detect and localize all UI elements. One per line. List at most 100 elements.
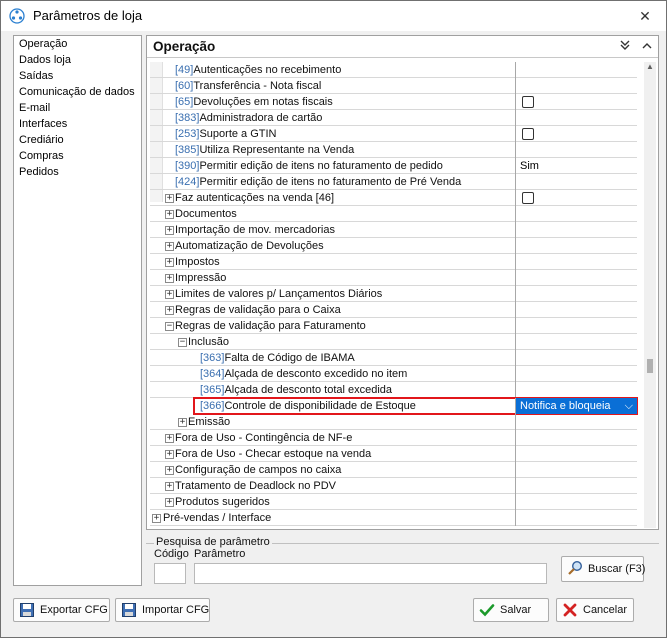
expand-icon[interactable]: + [165,434,174,443]
param-code: [49] [175,64,194,76]
param-value[interactable] [515,110,637,126]
floppy-icon [122,603,136,617]
table-row[interactable]: + Pré-vendas / Interface [150,510,637,526]
expand-icon[interactable]: + [165,274,174,283]
table-row[interactable]: + Fora de Uso - Contingência de NF-e [150,430,637,446]
table-row[interactable]: + Regras de validação para o Caixa [150,302,637,318]
expand-icon[interactable]: + [165,258,174,267]
expand-icon[interactable]: + [165,450,174,459]
table-row[interactable]: [49]Autenticações no recebimento [150,62,637,78]
table-row[interactable]: [60]Transferência - Nota fiscal [150,78,637,94]
table-row[interactable]: + Configuração de campos no caixa [150,462,637,478]
save-button[interactable]: Salvar [473,598,549,622]
scroll-thumb[interactable] [647,359,653,373]
expand-icon[interactable]: + [152,514,161,523]
table-row[interactable]: + Documentos [150,206,637,222]
expand-icon[interactable]: + [165,226,174,235]
table-row[interactable]: [363]Falta de Código de IBAMA [150,350,637,366]
param-checkbox[interactable] [522,128,534,140]
collapse-icon[interactable]: − [178,338,187,347]
table-row[interactable]: + Impostos [150,254,637,270]
param-name: Utiliza Representante na Venda [199,144,355,156]
expand-icon[interactable]: + [165,466,174,475]
param-value[interactable] [515,174,637,190]
sidebar-item-saidas[interactable]: Saídas [14,68,141,84]
window-title: Parâmetros de loja [33,8,143,23]
table-row[interactable]: + Produtos sugeridos [150,494,637,510]
expand-icon[interactable]: + [178,418,187,427]
vertical-scrollbar[interactable]: ▲ [644,62,656,528]
param-checkbox[interactable] [522,96,534,108]
param-value[interactable] [515,366,637,382]
param-code: [365] [200,384,225,396]
param-value[interactable] [515,94,637,110]
table-row[interactable]: [253]Suporte a GTIN [150,126,637,142]
chevron-down-icon[interactable]: ⌵ [625,398,633,414]
sidebar: Operação Dados loja Saídas Comunicação d… [13,35,142,586]
import-cfg-button[interactable]: Importar CFG [115,598,210,622]
expand-icon[interactable]: + [165,194,174,203]
sidebar-item-dados-loja[interactable]: Dados loja [14,52,141,68]
param-checkbox[interactable] [522,192,534,204]
scroll-up-icon[interactable]: ▲ [644,62,656,76]
param-value [515,334,637,350]
sidebar-item-interfaces[interactable]: Interfaces [14,116,141,132]
expand-icon[interactable]: + [165,290,174,299]
sidebar-item-email[interactable]: E-mail [14,100,141,116]
param-value[interactable] [515,78,637,94]
table-row[interactable]: + Importação de mov. mercadorias [150,222,637,238]
param-code: [65] [175,96,194,108]
table-row[interactable]: − Regras de validação para Faturamento [150,318,637,334]
table-row[interactable]: [383]Administradora de cartão [150,110,637,126]
table-row[interactable]: + Emissão [150,414,637,430]
sidebar-item-compras[interactable]: Compras [14,148,141,164]
table-row[interactable]: − Inclusão [150,334,637,350]
param-value[interactable] [515,190,637,206]
param-value[interactable] [515,382,637,398]
param-value-select[interactable]: Notifica e bloqueia ⌵ [515,398,637,414]
param-value[interactable] [515,62,637,78]
table-row[interactable]: + Limites de valores p/ Lançamentos Diár… [150,286,637,302]
table-row[interactable]: + Impressão [150,270,637,286]
table-row[interactable]: [385]Utiliza Representante na Venda [150,142,637,158]
param-value[interactable] [515,142,637,158]
table-row[interactable]: + Faz autenticações na venda [46] [150,190,637,206]
sidebar-item-pedidos[interactable]: Pedidos [14,164,141,180]
expand-icon[interactable]: + [165,306,174,315]
code-input[interactable] [154,563,186,584]
param-value: Notifica e bloqueia [520,400,611,412]
export-cfg-button[interactable]: Exportar CFG [13,598,110,622]
table-row[interactable]: [364]Alçada de desconto excedido no item [150,366,637,382]
param-value[interactable]: Sim [515,158,637,174]
chevron-up-icon[interactable] [639,38,655,54]
sidebar-item-comunicacao[interactable]: Comunicação de dados [14,84,141,100]
sidebar-item-crediario[interactable]: Crediário [14,132,141,148]
table-row[interactable]: [424]Permitir edição de itens no faturam… [150,174,637,190]
expand-icon[interactable]: + [165,210,174,219]
table-row[interactable]: + Automatização de Devoluções [150,238,637,254]
expand-icon[interactable]: + [165,242,174,251]
search-button[interactable]: Buscar (F3) [561,556,645,582]
param-name: Permitir edição de itens no faturamento … [199,160,443,172]
expand-icon[interactable]: + [165,482,174,491]
group-name: Faz autenticações na venda [46] [175,192,334,204]
table-row[interactable]: [390]Permitir edição de itens no faturam… [150,158,637,174]
param-input[interactable] [194,563,547,584]
sidebar-item-operacao[interactable]: Operação [14,36,141,52]
close-button[interactable]: ✕ [634,6,656,26]
cancel-button[interactable]: Cancelar [556,598,634,622]
table-row[interactable]: + Tratamento de Deadlock no PDV [150,478,637,494]
collapse-all-icon[interactable] [617,38,633,54]
table-row[interactable]: [365]Alçada de desconto total excedida [150,382,637,398]
search-group: Pesquisa de parâmetro Código Parâmetro B… [146,536,659,587]
param-name: Alçada de desconto total excedida [224,384,393,396]
param-name: Permitir edição de itens no faturamento … [199,176,462,188]
table-row[interactable]: + Fora de Uso - Checar estoque na venda [150,446,637,462]
collapse-icon[interactable]: − [165,322,174,331]
param-value[interactable] [515,126,637,142]
expand-icon[interactable]: + [165,498,174,507]
selected-table-row[interactable]: [366]Controle de disponibilidade de Esto… [193,397,638,415]
table-row[interactable]: [65]Devoluções em notas fiscais [150,94,637,110]
param-value [515,510,637,526]
param-value[interactable] [515,350,637,366]
